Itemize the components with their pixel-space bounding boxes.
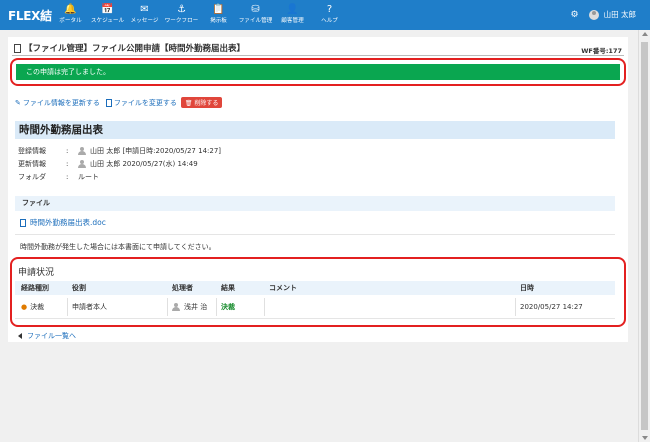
document-title: 時間外勤務届出表 — [15, 121, 615, 139]
scroll-down-arrow-icon[interactable] — [642, 436, 648, 440]
board-icon: 📋 — [212, 4, 225, 15]
nav-customer[interactable]: 👤 顧客管理 — [274, 3, 311, 29]
nav-file-manager[interactable]: ⛁ ファイル管理 — [237, 3, 274, 29]
page-title: 【ファイル管理】ファイル公開申請【時間外勤務届出表】 — [14, 42, 245, 54]
folder-info: フォルダ : ルート — [18, 173, 99, 181]
scroll-up-arrow-icon[interactable] — [642, 32, 648, 36]
approver-icon: ● — [21, 303, 28, 311]
calendar-icon: 📅 — [101, 4, 114, 15]
row-divider — [15, 318, 615, 319]
col-comment: コメント — [269, 284, 297, 292]
action-links: ✎ ファイル情報を更新する ファイルを変更する 🗑 削除する — [15, 97, 223, 108]
vertical-scrollbar[interactable] — [638, 30, 650, 442]
help-icon: ? — [326, 4, 333, 15]
bell-icon: 🔔 — [64, 4, 77, 15]
status-table-header: 経路種別 役割 処理者 結果 コメント 日時 — [15, 281, 615, 295]
nav-board[interactable]: 📋 掲示板 — [200, 3, 237, 29]
file-icon — [20, 218, 26, 227]
back-to-file-list-link[interactable]: ファイル一覧へ — [18, 331, 76, 341]
pencil-icon: ✎ — [15, 98, 21, 107]
folder-value: ルート — [78, 173, 99, 181]
mail-icon: ✉ — [140, 4, 149, 15]
nav-message[interactable]: ✉ メッセージ — [126, 3, 163, 29]
nav-portal[interactable]: 🔔 ポータル — [52, 3, 89, 29]
user-icon — [78, 160, 86, 168]
delete-button[interactable]: 🗑 削除する — [180, 97, 223, 108]
user-icon — [172, 303, 180, 311]
avatar — [588, 9, 599, 20]
user-icon — [78, 147, 86, 155]
app-logo[interactable]: FLEX結 — [8, 7, 52, 24]
trash-icon: 🗑 — [184, 100, 193, 107]
file-icon — [105, 98, 112, 107]
workflow-icon: ⚓ — [177, 4, 186, 15]
nav-help[interactable]: ? ヘルプ — [311, 3, 348, 29]
updated-info: 更新情報 : 山田 太郎 2020/05/27(水) 14:49 — [18, 160, 198, 168]
nav-workflow[interactable]: ⚓ ワークフロー — [163, 3, 200, 29]
nav-schedule[interactable]: 📅 スケジュール — [89, 3, 126, 29]
alert-highlight-frame — [10, 58, 626, 86]
wf-number: WF番号:177 — [581, 47, 622, 55]
person-icon: 👤 — [286, 4, 299, 15]
col-processor: 処理者 — [172, 284, 193, 292]
update-file-info-link[interactable]: ファイル情報を更新する — [23, 98, 100, 108]
change-file-link[interactable]: ファイルを変更する — [114, 98, 177, 108]
top-navigation-bar: FLEX結 🔔 ポータル 📅 スケジュール ✉ メッセージ ⚓ ワークフロー 📋 掲示板 … — [0, 0, 650, 30]
scroll-thumb[interactable] — [641, 42, 648, 430]
folder-icon: ⛁ — [251, 4, 260, 15]
col-role: 役割 — [72, 284, 86, 292]
col-datetime: 日時 — [520, 284, 534, 292]
file-note: 時間外勤務が発生した場合には本書面にて申請してください。 — [20, 243, 216, 251]
file-divider — [15, 234, 615, 235]
file-download-link[interactable]: 時間外勤務届出表.doc — [20, 217, 106, 228]
document-icon — [14, 43, 21, 53]
table-row: ● 決裁 申請者本人 浅井 治 決裁 2020/05/27 14:27 — [15, 298, 615, 316]
main-nav: 🔔 ポータル 📅 スケジュール ✉ メッセージ ⚓ ワークフロー 📋 掲示板 ⛁ ファイル管… — [52, 3, 348, 29]
content-panel: 【ファイル管理】ファイル公開申請【時間外勤務届出表】 WF番号:177 この申請… — [8, 37, 628, 342]
title-divider — [12, 55, 624, 56]
col-result: 結果 — [221, 284, 235, 292]
registered-info: 登録情報 : 山田 太郎 [申請日時:2020/05/27 14:27] — [18, 147, 222, 155]
gear-icon[interactable]: ⚙ — [571, 10, 579, 20]
user-area: ⚙ 山田 太郎 — [571, 9, 636, 20]
status-title: 申請状況 — [18, 268, 55, 278]
user-name[interactable]: 山田 太郎 — [604, 9, 636, 20]
col-route: 経路種別 — [21, 284, 49, 292]
file-section-header: ファイル — [15, 196, 615, 211]
back-arrow-icon — [18, 333, 22, 339]
